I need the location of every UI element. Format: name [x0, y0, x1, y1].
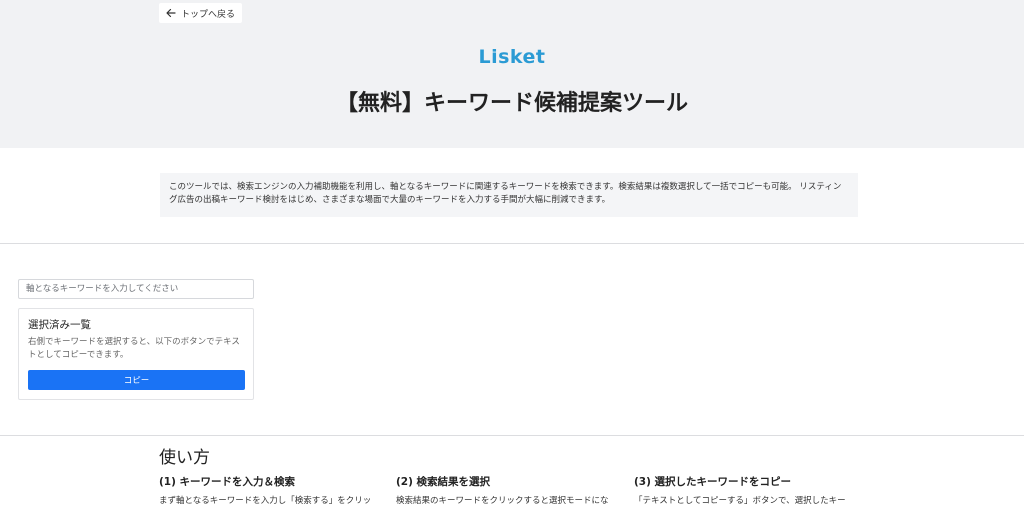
back-to-top-button[interactable]: トップへ戻る: [159, 3, 243, 23]
logo-text: Lisket: [478, 46, 546, 68]
selected-list-description: 右側でキーワードを選択すると、以下のボタンでテキストとしてコピーできます。: [28, 337, 240, 360]
step-description: 「テキストとしてコピーする」ボタンで、選択したキー: [634, 496, 846, 505]
hero-header: トップへ戻る Lisket 【無料】キーワード候補提案ツール: [0, 0, 1024, 148]
brand-logo[interactable]: Lisket: [0, 46, 1024, 72]
intro-description: このツールでは、検索エンジンの入力補助機能を利用し、軸となるキーワードに関連する…: [160, 173, 858, 217]
howto-step-2: (2) 検索結果を選択 検索結果のキーワードをクリックすると選択モードにな: [396, 474, 618, 505]
step-title: (2) 検索結果を選択: [396, 476, 491, 488]
copy-button[interactable]: コピー: [28, 370, 245, 390]
howto-title: 使い方: [159, 448, 210, 468]
divider: [0, 435, 1024, 436]
keyword-search-input[interactable]: [18, 279, 254, 299]
selected-list-title: 選択済み一覧: [28, 319, 91, 331]
step-description: まず軸となるキーワードを入力し「検索する」をクリッ: [159, 496, 372, 505]
step-title: (1) キーワードを入力＆検索: [159, 476, 296, 488]
back-to-top-label: トップへ戻る: [181, 9, 236, 20]
page-title: 【無料】キーワード候補提案ツール: [335, 91, 688, 116]
step-title: (3) 選択したキーワードをコピー: [634, 476, 792, 488]
howto-step-1: (1) キーワードを入力＆検索 まず軸となるキーワードを入力し「検索する」をクリ…: [159, 474, 381, 505]
selected-list-panel: 選択済み一覧 右側でキーワードを選択すると、以下のボタンでテキストとしてコピーで…: [18, 308, 254, 400]
divider: [0, 243, 1024, 244]
step-description: 検索結果のキーワードをクリックすると選択モードにな: [396, 496, 609, 505]
arrow-left-icon: [166, 8, 176, 18]
howto-step-3: (3) 選択したキーワードをコピー 「テキストとしてコピーする」ボタンで、選択し…: [634, 474, 856, 505]
